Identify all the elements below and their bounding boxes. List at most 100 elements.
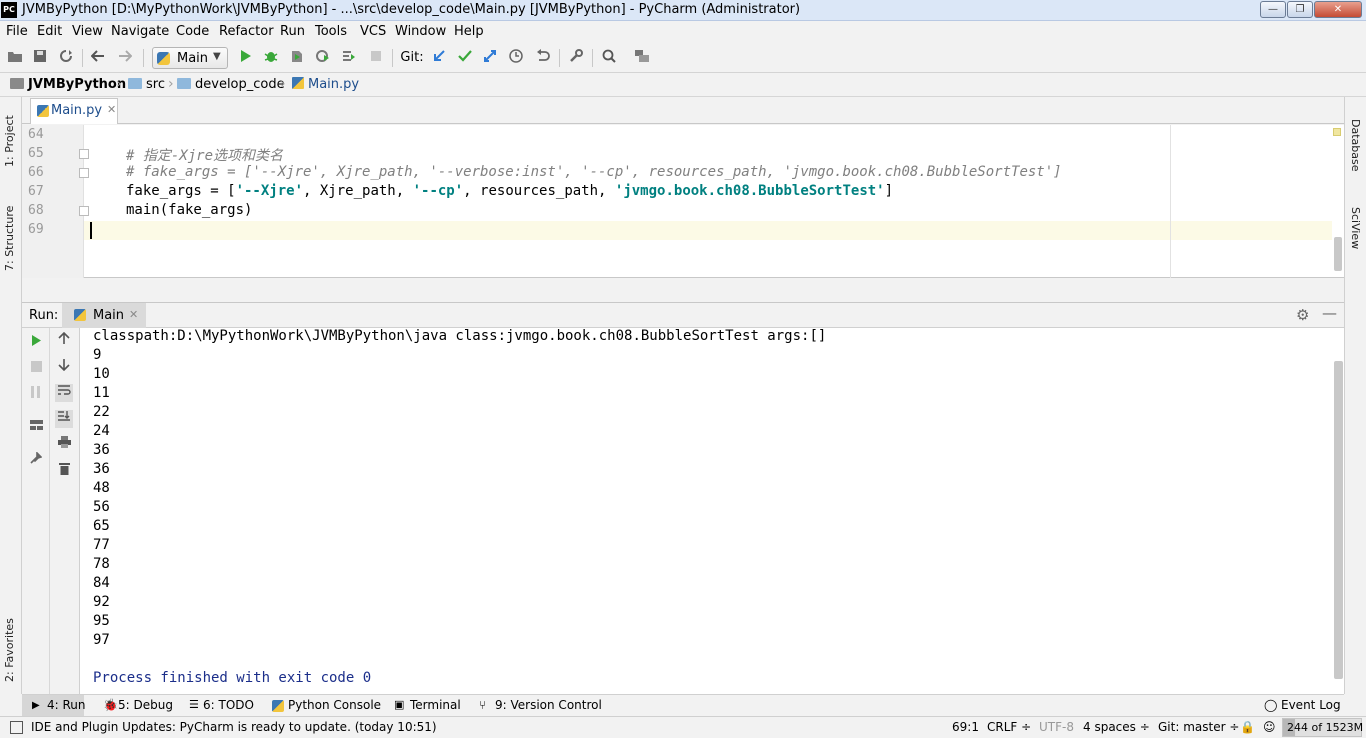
inspection-status-icon[interactable] <box>1333 128 1341 136</box>
tool-tab-event-log[interactable]: Event Log <box>1281 698 1341 712</box>
vcs-revert-icon[interactable] <box>534 49 552 67</box>
run-toolbar-left <box>22 328 50 694</box>
inspector-icon[interactable]: ☺ <box>1263 720 1276 734</box>
profile-icon[interactable] <box>314 49 332 67</box>
menu-window[interactable]: Window <box>395 24 446 39</box>
python-file-icon <box>157 52 170 65</box>
concurrency-icon[interactable] <box>340 49 358 67</box>
hide-panel-icon[interactable]: — <box>1322 304 1337 322</box>
breadcrumb-src[interactable]: src <box>128 77 165 92</box>
sync-icon[interactable] <box>57 49 75 67</box>
sciview-tool-tab[interactable]: SciView <box>1349 207 1362 259</box>
run-tab-label: Main <box>93 308 125 323</box>
gear-icon[interactable]: ⚙ <box>1296 306 1309 324</box>
indent-setting[interactable]: 4 spaces ÷ <box>1083 720 1150 734</box>
open-folder-icon[interactable] <box>6 49 24 67</box>
arrow-down-icon[interactable] <box>55 358 73 376</box>
maximize-button[interactable]: ❐ <box>1287 1 1313 18</box>
breadcrumb-main-py[interactable]: Main.py <box>292 77 359 92</box>
editor-scrollbar[interactable] <box>1334 237 1342 271</box>
favorites-tool-tab[interactable]: 2: Favorites <box>3 602 16 682</box>
run-toolbar-right <box>50 328 80 694</box>
run-tab-main[interactable]: Main ✕ <box>62 303 146 328</box>
breadcrumb-develop-code[interactable]: develop_code <box>177 77 285 92</box>
toggle-tool-windows-icon[interactable] <box>10 721 23 734</box>
arrow-up-icon[interactable] <box>55 331 73 350</box>
run-console-output[interactable]: classpath:D:\MyPythonWork\JVMByPython\ja… <box>80 328 1344 694</box>
terminal-icon: ▣ <box>394 698 405 711</box>
search-icon[interactable] <box>600 49 618 67</box>
close-tab-icon[interactable]: ✕ <box>107 103 116 116</box>
code-token: # 指定-Xjre选项和类名 <box>126 148 284 164</box>
code-line: main(fake_args) <box>126 202 252 218</box>
console-line: 78 <box>93 556 110 572</box>
menu-file[interactable]: File <box>6 24 28 39</box>
editor-tab-main-py[interactable]: Main.py ✕ <box>30 98 118 124</box>
menu-refactor[interactable]: Refactor <box>219 24 274 39</box>
breadcrumb-separator-icon: › <box>168 76 174 92</box>
menu-navigate[interactable]: Navigate <box>111 24 169 39</box>
minimize-button[interactable]: — <box>1260 1 1286 18</box>
tool-tab-version-control[interactable]: 9: Version Control <box>495 698 602 712</box>
menu-run[interactable]: Run <box>280 24 305 39</box>
trash-icon[interactable] <box>55 462 73 480</box>
menu-help[interactable]: Help <box>454 24 484 39</box>
console-line: 84 <box>93 575 110 591</box>
debug-icon[interactable] <box>262 49 280 67</box>
console-line: 48 <box>93 480 110 496</box>
rerun-icon[interactable] <box>27 334 45 352</box>
fold-marker-icon[interactable] <box>79 149 89 159</box>
tool-tab-run[interactable]: ▶ 4: Run <box>22 695 86 717</box>
tool-tab-todo[interactable]: 6: TODO <box>203 698 254 712</box>
git-branch[interactable]: Git: master ÷ <box>1158 720 1239 734</box>
breadcrumb-project[interactable]: JVMByPython <box>10 77 126 92</box>
run-with-coverage-icon[interactable] <box>288 49 306 67</box>
menu-vcs[interactable]: VCS <box>360 24 386 39</box>
scroll-to-end-icon[interactable] <box>55 410 73 428</box>
file-encoding[interactable]: UTF-8 <box>1039 720 1074 734</box>
fold-marker-icon[interactable] <box>79 206 89 216</box>
tool-tab-terminal[interactable]: Terminal <box>410 698 461 712</box>
console-scrollbar[interactable] <box>1334 361 1343 679</box>
structure-tool-tab[interactable]: 7: Structure <box>3 191 16 271</box>
run-configuration-select[interactable]: Main ▼ <box>152 47 228 69</box>
tool-tab-debug[interactable]: 5: Debug <box>118 698 173 712</box>
menu-edit[interactable]: Edit <box>37 24 62 39</box>
menu-tools[interactable]: Tools <box>315 24 347 39</box>
run-icon[interactable] <box>237 49 255 67</box>
vcs-history-icon[interactable] <box>507 49 525 67</box>
print-icon[interactable] <box>55 436 73 454</box>
database-tool-tab[interactable]: Database <box>1349 119 1362 179</box>
menu-view[interactable]: View <box>72 24 103 39</box>
folder-icon <box>10 78 24 89</box>
presentation-assistant-icon[interactable] <box>633 49 651 67</box>
restore-layout-icon[interactable] <box>27 418 45 436</box>
stop-icon[interactable] <box>367 49 385 67</box>
vcs-commit-icon[interactable] <box>456 49 474 67</box>
vcs-update-icon[interactable] <box>430 49 448 67</box>
line-separator[interactable]: CRLF ÷ <box>987 720 1031 734</box>
settings-wrench-icon[interactable] <box>567 49 585 67</box>
back-arrow-icon[interactable] <box>89 49 107 67</box>
project-tool-tab[interactable]: 1: Project <box>3 103 16 167</box>
fold-marker-icon[interactable] <box>79 168 89 178</box>
close-tab-icon[interactable]: ✕ <box>129 308 138 321</box>
menu-code[interactable]: Code <box>176 24 209 39</box>
stop-icon[interactable] <box>27 360 45 378</box>
close-window-button[interactable]: ✕ <box>1314 1 1362 18</box>
memory-indicator[interactable]: 244 of 1523M <box>1282 718 1363 737</box>
pause-icon[interactable] <box>27 386 45 404</box>
tool-tab-python-console[interactable]: Python Console <box>288 698 381 712</box>
status-message[interactable]: IDE and Plugin Updates: PyCharm is ready… <box>31 720 437 734</box>
vcs-compare-icon[interactable] <box>481 49 499 67</box>
caret-position[interactable]: 69:1 <box>952 720 979 734</box>
code-editor[interactable]: 64 65 66 67 68 69 # 指定-Xjre选项和类名 # fake_a… <box>22 125 1344 278</box>
lock-icon[interactable]: 🔒 <box>1240 720 1255 734</box>
save-all-icon[interactable] <box>31 49 49 67</box>
forward-arrow-icon[interactable] <box>116 49 134 67</box>
soft-wrap-icon[interactable] <box>55 384 73 402</box>
code-token: # fake_args = ['--Xjre', Xjre_path, '--v… <box>126 164 1062 180</box>
editor-tab-label: Main.py <box>51 103 103 118</box>
line-number: 68 <box>28 203 44 218</box>
pin-icon[interactable] <box>27 451 45 470</box>
